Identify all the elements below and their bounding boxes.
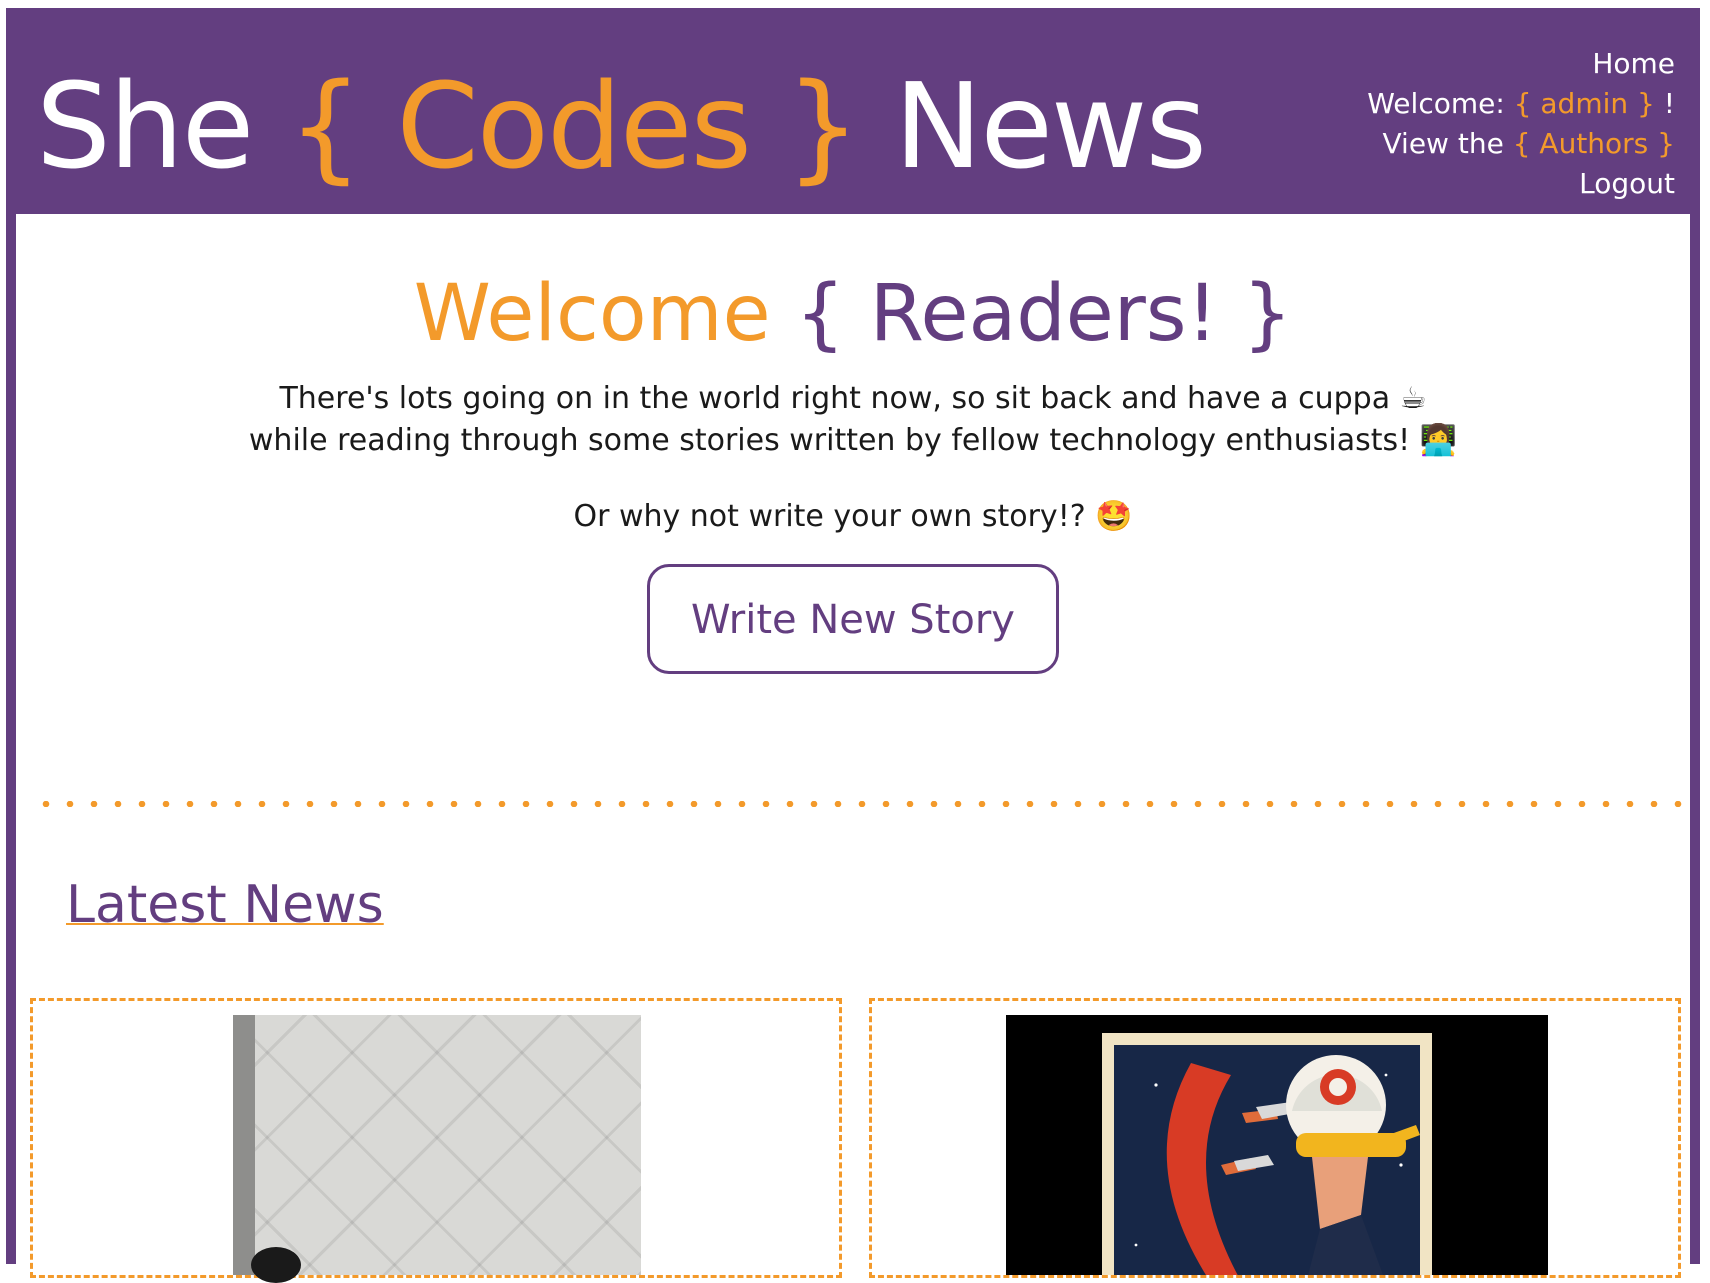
story-card[interactable] [30,998,842,1283]
image-shoe [251,1247,301,1283]
hero-title-welcome: Welcome [413,269,771,359]
intro-line-1: There's lots going on in the world right… [279,381,1427,416]
image-edge [233,1015,255,1275]
hero-section: Welcome { Readers! } There's lots going … [16,214,1690,674]
intro-text: There's lots going on in the world right… [16,378,1690,462]
story-image[interactable] [1006,1015,1548,1283]
intro-line-3: Or why not write your own story!? 🤩 [573,499,1133,534]
intro-line-2: while reading through some stories writt… [248,423,1458,458]
dotted-divider [34,801,1694,807]
latest-news-heading[interactable]: Latest News [66,872,384,938]
hero-title-readers: { Readers! } [795,269,1293,359]
write-new-story-button[interactable]: Write New Story [647,564,1059,674]
poster-illustration [1006,1015,1548,1283]
story-image[interactable] [233,1015,641,1283]
story-card[interactable] [869,998,1681,1283]
hero-title: Welcome { Readers! } [16,266,1690,362]
